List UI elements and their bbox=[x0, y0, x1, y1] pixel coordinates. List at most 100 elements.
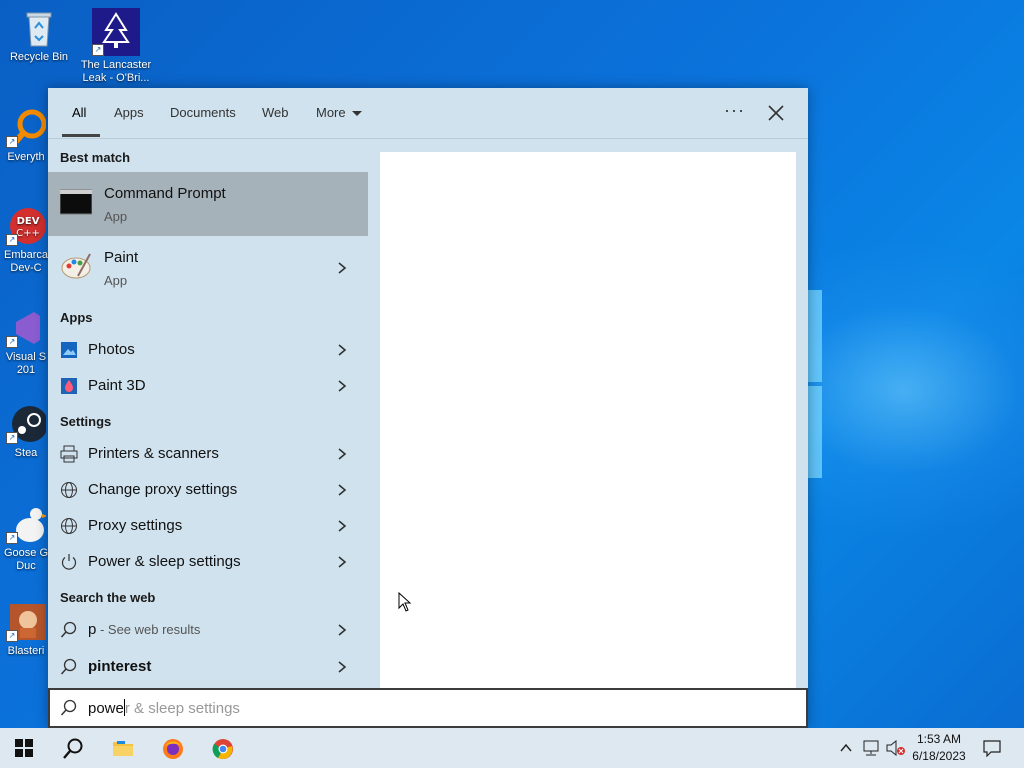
result-title: Printers & scanners bbox=[88, 445, 219, 462]
result-subtitle: - See web results bbox=[96, 622, 201, 637]
search-icon bbox=[60, 699, 77, 716]
goose-icon: ↗ bbox=[6, 504, 48, 544]
section-heading-apps: Apps bbox=[60, 310, 93, 325]
preview-pane bbox=[380, 152, 796, 688]
network-icon[interactable] bbox=[862, 740, 880, 756]
result-paint[interactable]: Paint App bbox=[48, 236, 368, 300]
section-heading-best-match: Best match bbox=[60, 150, 131, 165]
results-list: Best match Command Prompt App Paint App … bbox=[48, 140, 368, 688]
result-title: Paint bbox=[104, 249, 139, 266]
search-panel: All Apps Documents Web More ··· Best mat… bbox=[48, 88, 808, 728]
chevron-up-icon[interactable] bbox=[840, 743, 852, 753]
chevron-right-icon[interactable] bbox=[336, 262, 348, 274]
tab-web[interactable]: Web bbox=[262, 105, 289, 120]
more-options-icon[interactable]: ··· bbox=[724, 100, 745, 121]
taskbar: 1:53 AM 6/18/2023 bbox=[0, 728, 1024, 768]
result-subtitle: App bbox=[104, 209, 128, 224]
chevron-right-icon[interactable] bbox=[336, 624, 348, 636]
desktop-icon-label: Stea bbox=[14, 447, 38, 459]
clock-date: 6/18/2023 bbox=[912, 749, 966, 763]
game-tree-icon: ↗ bbox=[92, 8, 140, 56]
result-title: Change proxy settings bbox=[88, 481, 238, 498]
desktop-icon-label: Everyth bbox=[7, 151, 45, 163]
paint-icon bbox=[60, 252, 92, 280]
desktop-icon-lancaster-leak[interactable]: ↗ The Lancaster Leak - O'Bri... bbox=[78, 8, 154, 85]
result-web-p[interactable]: p - See web results bbox=[48, 612, 368, 648]
search-icon bbox=[60, 621, 77, 638]
taskbar-firefox[interactable] bbox=[148, 728, 196, 768]
desktop-icon-label: Visual S 201 bbox=[5, 351, 47, 376]
result-web-pinterest[interactable]: pinterest bbox=[48, 649, 368, 685]
search-input[interactable]: power & sleep settings bbox=[48, 688, 808, 728]
wallpaper-window-pane bbox=[808, 386, 822, 478]
shortcut-arrow-icon: ↗ bbox=[6, 532, 18, 544]
chevron-right-icon[interactable] bbox=[336, 661, 348, 673]
chevron-right-icon[interactable] bbox=[336, 448, 348, 460]
chrome-icon bbox=[212, 739, 233, 760]
tab-more[interactable]: More bbox=[316, 105, 362, 120]
desktop-icon-label: The Lancaster Leak - O'Bri... bbox=[80, 59, 152, 84]
tab-documents[interactable]: Documents bbox=[170, 105, 236, 120]
desktop-icon-label: Blasteri bbox=[7, 645, 45, 657]
chevron-right-icon[interactable] bbox=[336, 520, 348, 532]
search-tabs: All Apps Documents Web More ··· bbox=[48, 88, 808, 139]
close-icon bbox=[768, 105, 784, 121]
windows-logo-icon bbox=[15, 739, 33, 757]
search-icon bbox=[63, 738, 83, 759]
result-change-proxy-settings[interactable]: Change proxy settings bbox=[48, 472, 368, 508]
svg-text:DEV: DEV bbox=[17, 216, 40, 227]
game-character-icon: ↗ bbox=[6, 602, 46, 642]
svg-text:C++: C++ bbox=[16, 228, 40, 239]
tab-apps[interactable]: Apps bbox=[114, 105, 144, 120]
chevron-right-icon[interactable] bbox=[336, 484, 348, 496]
globe-icon bbox=[61, 518, 77, 534]
shortcut-arrow-icon: ↗ bbox=[6, 234, 18, 246]
result-title: Power & sleep settings bbox=[88, 553, 241, 570]
shortcut-arrow-icon: ↗ bbox=[6, 336, 18, 348]
search-input-value: powe bbox=[88, 700, 124, 717]
desktop-icon-recycle-bin[interactable]: Recycle Bin bbox=[1, 8, 77, 64]
active-tab-indicator bbox=[62, 134, 100, 137]
visual-studio-icon: ↗ bbox=[6, 308, 46, 348]
volume-muted-icon[interactable] bbox=[886, 740, 906, 756]
chevron-right-icon[interactable] bbox=[336, 380, 348, 392]
desktop-icon-label: Goose G Duc bbox=[3, 547, 49, 572]
command-prompt-icon bbox=[59, 188, 93, 216]
result-title: pinterest bbox=[88, 658, 152, 675]
clock[interactable]: 1:53 AM 6/18/2023 bbox=[904, 732, 974, 763]
devcpp-icon: DEV C++ ↗ bbox=[6, 206, 46, 246]
desktop-icon-label: Embarca Dev-C bbox=[3, 249, 49, 274]
paint-3d-icon bbox=[61, 378, 77, 394]
result-proxy-settings[interactable]: Proxy settings bbox=[48, 508, 368, 544]
recycle-bin-icon bbox=[19, 8, 59, 48]
chevron-right-icon[interactable] bbox=[336, 556, 348, 568]
taskbar-chrome[interactable] bbox=[198, 728, 246, 768]
folder-icon bbox=[113, 741, 133, 756]
taskbar-search-button[interactable] bbox=[48, 728, 96, 768]
result-command-prompt[interactable]: Command Prompt App bbox=[48, 172, 368, 236]
photos-icon bbox=[61, 342, 77, 358]
tab-all[interactable]: All bbox=[72, 105, 86, 120]
magnifier-app-icon: ↗ bbox=[6, 108, 47, 148]
wallpaper-window-pane bbox=[808, 290, 822, 382]
result-title: Photos bbox=[88, 341, 135, 358]
globe-icon bbox=[61, 482, 77, 498]
firefox-icon bbox=[163, 739, 183, 759]
result-printers-scanners[interactable]: Printers & scanners bbox=[48, 436, 368, 472]
result-paint-3d[interactable]: Paint 3D bbox=[48, 368, 368, 404]
result-photos[interactable]: Photos bbox=[48, 332, 368, 368]
section-heading-search-web: Search the web bbox=[60, 590, 156, 605]
result-subtitle: App bbox=[104, 273, 128, 288]
tab-more-label: More bbox=[316, 105, 346, 120]
search-icon bbox=[60, 658, 77, 675]
result-power-sleep-settings[interactable]: Power & sleep settings bbox=[48, 544, 368, 580]
close-button[interactable] bbox=[765, 102, 787, 124]
chevron-right-icon[interactable] bbox=[336, 344, 348, 356]
start-button[interactable] bbox=[0, 728, 48, 768]
printer-icon bbox=[60, 445, 78, 463]
notifications-icon[interactable] bbox=[983, 740, 1001, 757]
mouse-pointer-icon bbox=[398, 592, 412, 612]
section-heading-settings: Settings bbox=[60, 414, 112, 429]
shortcut-arrow-icon: ↗ bbox=[92, 44, 104, 56]
taskbar-file-explorer[interactable] bbox=[98, 728, 146, 768]
